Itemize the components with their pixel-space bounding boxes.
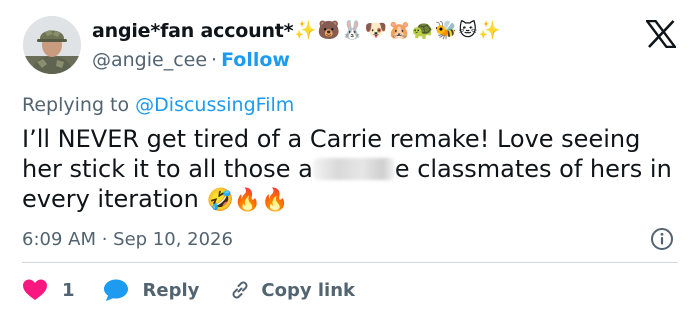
reply-label: Reply [142, 279, 200, 301]
author-name-row[interactable]: angie*fan account* ✨ 🐻 🐰 🐶 🐹 🐢 🐝 🐱 ✨ [92, 20, 501, 42]
link-icon [232, 281, 248, 299]
x-logo-icon[interactable] [646, 20, 676, 48]
display-name[interactable]: angie*fan account* [92, 20, 294, 42]
copy-link-button[interactable]: Copy link [229, 279, 355, 301]
reply-context: Replying to @DiscussingFilm [22, 94, 294, 116]
tweet-text: I’ll NEVER get tired of a Carrie remake!… [22, 124, 682, 216]
rabbit-emoji: 🐰 [341, 20, 364, 41]
censored-word-blur [312, 158, 395, 180]
avatar-image [23, 16, 81, 74]
like-button[interactable]: 1 [22, 278, 75, 302]
heart-icon [23, 279, 47, 300]
timestamp-link[interactable]: 6:09 AM · Sep 10, 2026 [22, 229, 233, 250]
reply-context-prefix: Replying to [22, 94, 130, 116]
sparkles-emoji: ✨ [294, 20, 317, 41]
like-count: 1 [62, 279, 75, 301]
reply-mention-link[interactable]: @DiscussingFilm [135, 94, 294, 116]
tweet-emojis: 🤣🔥🔥 [206, 188, 289, 213]
turtle-emoji: 🐢 [411, 20, 434, 41]
follow-button[interactable]: Follow [221, 49, 290, 71]
action-bar: 1 Reply Copy link [22, 276, 355, 304]
author-handle[interactable]: @angie_cee [92, 49, 207, 71]
handle-row: @angie_cee · Follow [92, 49, 290, 71]
sparkles-emoji-end: ✨ [478, 20, 501, 41]
copy-link-label: Copy link [261, 279, 355, 301]
dog-emoji: 🐶 [364, 20, 388, 41]
cat-emoji: 🐱 [458, 20, 478, 41]
bear-emoji: 🐻 [317, 20, 341, 41]
separator-dot: · [211, 49, 218, 71]
divider [22, 262, 678, 263]
reply-bubble-icon [103, 279, 128, 301]
reply-button[interactable]: Reply [103, 278, 200, 302]
info-icon[interactable] [650, 227, 674, 251]
avatar[interactable] [23, 16, 81, 74]
hamster-emoji: 🐹 [388, 20, 411, 41]
bee-emoji: 🐝 [434, 20, 458, 41]
